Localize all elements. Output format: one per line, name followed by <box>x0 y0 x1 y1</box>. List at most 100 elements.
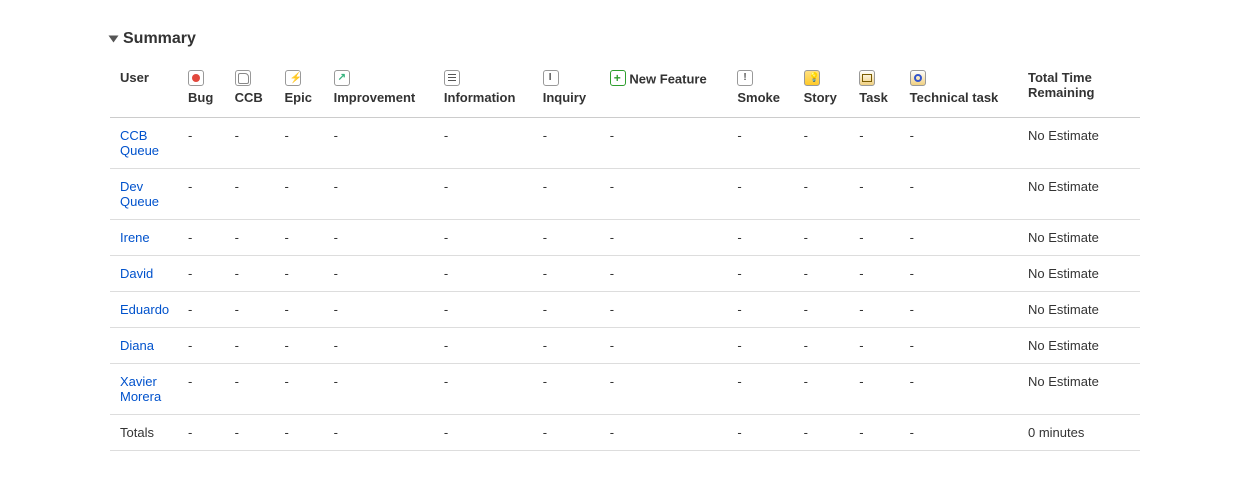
cell: - <box>796 220 852 256</box>
story-icon: 💡 <box>804 70 820 86</box>
col-user: User <box>110 62 180 118</box>
cell: - <box>436 118 535 169</box>
cell: - <box>326 256 436 292</box>
cell: - <box>602 292 730 328</box>
col-story: 💡Story <box>796 62 852 118</box>
cell: - <box>602 328 730 364</box>
cell: - <box>180 256 227 292</box>
total-cell: No Estimate <box>1020 292 1140 328</box>
cell: - <box>602 256 730 292</box>
cell: - <box>902 118 1020 169</box>
section-header[interactable]: Summary <box>110 30 1140 48</box>
cell: - <box>277 256 326 292</box>
cell: - <box>729 169 795 220</box>
user-link[interactable]: Irene <box>120 230 150 245</box>
cell: - <box>277 328 326 364</box>
cell: - <box>796 256 852 292</box>
cell: - <box>535 256 602 292</box>
cell: - <box>180 169 227 220</box>
cell: - <box>180 220 227 256</box>
table-row: David-----------No Estimate <box>110 256 1140 292</box>
user-link[interactable]: Dev Queue <box>120 179 159 209</box>
cell: - <box>851 328 901 364</box>
cell: - <box>227 415 277 451</box>
bug-icon <box>188 70 204 86</box>
cell: - <box>729 364 795 415</box>
table-row: Dev Queue-----------No Estimate <box>110 169 1140 220</box>
cell: - <box>326 169 436 220</box>
cell: - <box>602 415 730 451</box>
cell: - <box>436 256 535 292</box>
cell: - <box>851 415 901 451</box>
col-new-feature: + New Feature <box>602 62 730 118</box>
user-link[interactable]: Eduardo <box>120 302 169 317</box>
user-link[interactable]: David <box>120 266 153 281</box>
cell: - <box>436 415 535 451</box>
total-cell: 0 minutes <box>1020 415 1140 451</box>
cell: - <box>902 328 1020 364</box>
cell: - <box>535 118 602 169</box>
cell: - <box>227 256 277 292</box>
col-inquiry: IInquiry <box>535 62 602 118</box>
cell: - <box>902 415 1020 451</box>
total-cell: No Estimate <box>1020 220 1140 256</box>
improvement-icon: ↗ <box>334 70 350 86</box>
cell: - <box>277 415 326 451</box>
cell: - <box>436 169 535 220</box>
col-information: Information <box>436 62 535 118</box>
cell: - <box>902 220 1020 256</box>
cell: - <box>326 118 436 169</box>
cell: - <box>227 118 277 169</box>
cell: - <box>602 364 730 415</box>
section-title: Summary <box>123 30 196 48</box>
total-cell: No Estimate <box>1020 328 1140 364</box>
cell: - <box>326 364 436 415</box>
table-row: Irene-----------No Estimate <box>110 220 1140 256</box>
cell: - <box>602 118 730 169</box>
cell: - <box>796 118 852 169</box>
cell: - <box>326 292 436 328</box>
col-technical-task: Technical task <box>902 62 1020 118</box>
col-smoke: !Smoke <box>729 62 795 118</box>
cell: - <box>535 169 602 220</box>
smoke-icon: ! <box>737 70 753 86</box>
cell: - <box>796 364 852 415</box>
user-link[interactable]: Diana <box>120 338 154 353</box>
cell: - <box>602 169 730 220</box>
cell: - <box>535 415 602 451</box>
info-icon <box>444 70 460 86</box>
col-total-time: Total Time Remaining <box>1020 62 1140 118</box>
cell: - <box>227 169 277 220</box>
cell: - <box>277 169 326 220</box>
cell: - <box>729 292 795 328</box>
cell: - <box>729 118 795 169</box>
col-bug: Bug <box>180 62 227 118</box>
table-row: CCB Queue-----------No Estimate <box>110 118 1140 169</box>
ccb-icon <box>235 70 251 86</box>
table-row: Diana-----------No Estimate <box>110 328 1140 364</box>
cell: - <box>180 118 227 169</box>
cell: - <box>796 292 852 328</box>
totals-row: Totals-----------0 minutes <box>110 415 1140 451</box>
cell: - <box>277 364 326 415</box>
table-header-row: User Bug CCB ⚡Epic ↗Improvement Informat… <box>110 62 1140 118</box>
total-cell: No Estimate <box>1020 256 1140 292</box>
col-improvement: ↗Improvement <box>326 62 436 118</box>
cell: - <box>277 292 326 328</box>
cell: - <box>180 364 227 415</box>
user-link[interactable]: Xavier Morera <box>120 374 161 404</box>
cell: - <box>851 256 901 292</box>
cell: - <box>535 220 602 256</box>
cell: - <box>796 169 852 220</box>
cell: - <box>436 328 535 364</box>
cell: - <box>535 292 602 328</box>
cell: - <box>227 220 277 256</box>
cell: - <box>436 292 535 328</box>
cell: - <box>729 415 795 451</box>
cell: - <box>902 364 1020 415</box>
cell: - <box>277 118 326 169</box>
user-link[interactable]: CCB Queue <box>120 128 159 158</box>
chevron-down-icon[interactable] <box>109 36 119 43</box>
cell: - <box>902 292 1020 328</box>
task-icon <box>859 70 875 86</box>
